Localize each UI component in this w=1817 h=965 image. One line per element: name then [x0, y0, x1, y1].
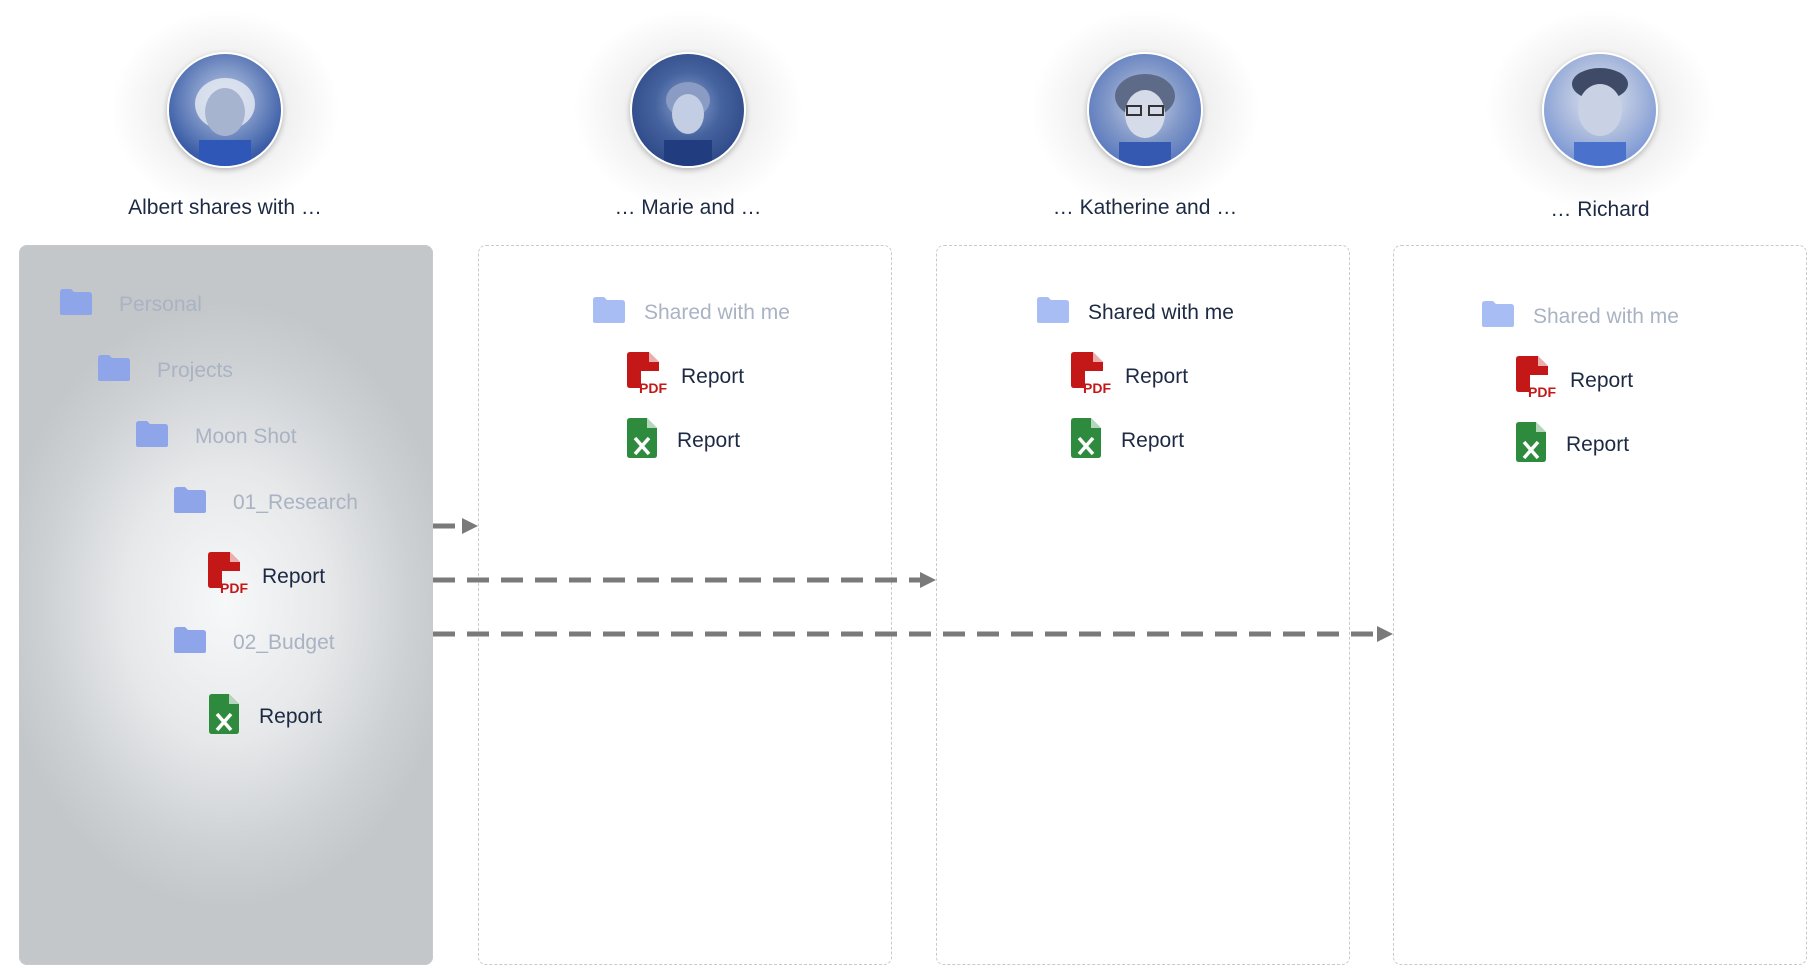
- tree-item-moon-shot[interactable]: Moon Shot: [135, 420, 297, 454]
- tree-item-label: 02_Budget: [233, 631, 335, 654]
- tree-item-label: Report: [262, 565, 326, 588]
- folder-icon: [173, 626, 207, 660]
- folder-label: Shared with me: [1533, 305, 1679, 328]
- person-albert: Albert shares with …: [75, 0, 375, 230]
- tree-item-01-research[interactable]: 01_Research: [173, 486, 358, 520]
- svg-text:PDF: PDF: [639, 380, 667, 396]
- tree-item-personal[interactable]: Personal: [59, 288, 202, 322]
- source-folder-panel: Personal Projects Moon Shot 01_Research …: [19, 245, 433, 965]
- shared-file-pdf[interactable]: PDF Report: [627, 352, 744, 402]
- tree-item-02-budget[interactable]: 02_Budget: [173, 626, 335, 660]
- pdf-file-icon: PDF: [208, 552, 248, 602]
- tree-item-label: 01_Research: [233, 491, 358, 514]
- file-label: Report: [681, 365, 745, 388]
- file-label: Report: [1570, 369, 1634, 392]
- excel-file-icon: [209, 694, 239, 740]
- person-caption: … Marie and …: [614, 196, 762, 219]
- folder-icon: [59, 288, 93, 322]
- shared-with-me-folder[interactable]: Shared with me: [1481, 300, 1679, 334]
- shared-file-pdf[interactable]: PDF Report: [1516, 356, 1633, 406]
- person-caption: Albert shares with …: [128, 196, 322, 219]
- file-label: Report: [1566, 433, 1630, 456]
- folder-icon: [173, 486, 207, 520]
- person-marie: … Marie and …: [538, 0, 838, 230]
- shared-with-me-folder[interactable]: Shared with me: [592, 296, 790, 330]
- person-richard: … Richard: [1450, 0, 1750, 230]
- folder-icon: [592, 296, 626, 330]
- pdf-file-icon: PDF: [627, 352, 667, 402]
- person-caption: … Katherine and …: [1052, 196, 1238, 219]
- tree-item-report-pdf[interactable]: PDF Report: [208, 552, 325, 602]
- folder-label: Shared with me: [1088, 301, 1234, 324]
- recipient-panel-richard: Shared with me PDF Report Report: [1393, 245, 1807, 965]
- excel-file-icon: [627, 418, 657, 464]
- tree-item-label: Personal: [119, 293, 202, 316]
- recipient-panel-marie: Shared with me PDF Report Report: [478, 245, 892, 965]
- tree-item-report-xlsx[interactable]: Report: [209, 694, 322, 740]
- excel-file-icon: [1071, 418, 1101, 464]
- svg-text:PDF: PDF: [220, 580, 248, 596]
- share-arrow-to-marie: [433, 518, 478, 534]
- tree-item-projects[interactable]: Projects: [97, 354, 233, 388]
- tree-item-label: Report: [259, 705, 323, 728]
- folder-icon: [1036, 296, 1070, 330]
- folder-icon: [135, 420, 169, 454]
- excel-file-icon: [1516, 422, 1546, 468]
- avatar-katherine: [1087, 52, 1203, 168]
- shared-with-me-folder[interactable]: Shared with me: [1036, 296, 1234, 330]
- pdf-file-icon: PDF: [1071, 352, 1111, 402]
- file-label: Report: [1121, 429, 1185, 452]
- svg-text:PDF: PDF: [1083, 380, 1111, 396]
- folder-label: Shared with me: [644, 301, 790, 324]
- svg-text:PDF: PDF: [1528, 384, 1556, 400]
- person-caption: … Richard: [1550, 198, 1650, 221]
- file-label: Report: [1125, 365, 1189, 388]
- shared-file-xlsx[interactable]: Report: [627, 418, 740, 464]
- shared-file-xlsx[interactable]: Report: [1516, 422, 1629, 468]
- file-label: Report: [677, 429, 741, 452]
- avatar-albert: [167, 52, 283, 168]
- shared-file-xlsx[interactable]: Report: [1071, 418, 1184, 464]
- avatar-marie: [630, 52, 746, 168]
- folder-icon: [1481, 300, 1515, 334]
- person-katherine: … Katherine and …: [995, 0, 1295, 230]
- recipient-panel-katherine: Shared with me PDF Report Report: [936, 245, 1350, 965]
- folder-icon: [97, 354, 131, 388]
- shared-file-pdf[interactable]: PDF Report: [1071, 352, 1188, 402]
- pdf-file-icon: PDF: [1516, 356, 1556, 406]
- tree-item-label: Projects: [157, 359, 233, 382]
- tree-item-label: Moon Shot: [195, 425, 297, 448]
- avatar-richard: [1542, 52, 1658, 168]
